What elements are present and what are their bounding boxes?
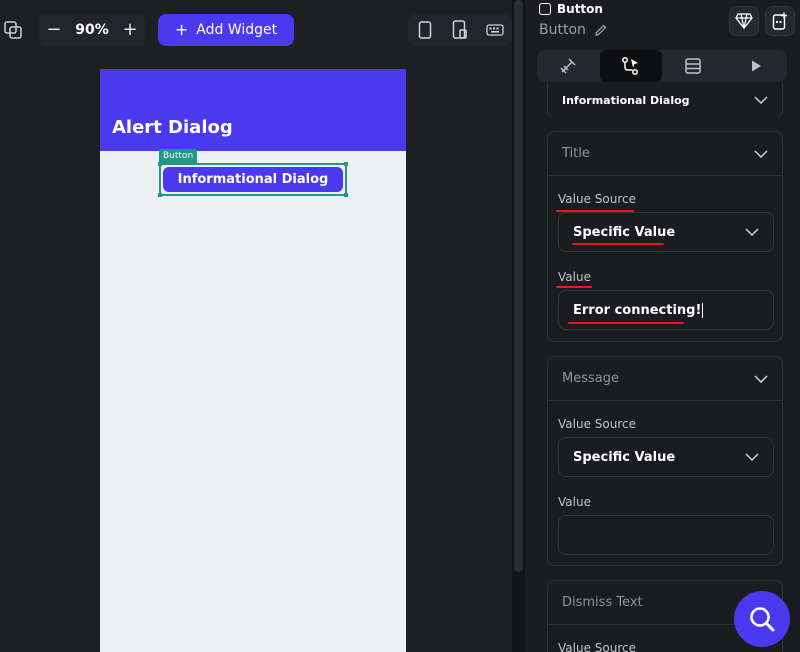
zoom-in-button[interactable]: + [120, 20, 140, 40]
canvas-area: − 90% + + Add Widget Alert Dialog Button [0, 0, 512, 652]
title-card: Title Value Source Specific Value Value … [547, 131, 783, 342]
tablet-icon[interactable] [444, 14, 476, 46]
dismiss-value-source-label: Value Source [558, 641, 636, 652]
tab-actions[interactable] [599, 50, 662, 82]
phone-preview[interactable]: Alert Dialog [100, 69, 406, 652]
add-widget-label: Add Widget [196, 22, 278, 38]
selection-tag: Button [159, 149, 198, 163]
properties-panel: Button Button Informational Dialog Title… [525, 0, 800, 652]
app-bar: Alert Dialog [100, 69, 406, 151]
tab-preview[interactable] [725, 50, 788, 82]
dialog-type-card: Informational Dialog [547, 82, 783, 118]
plus-icon: + [174, 20, 189, 39]
title-value-source-dropdown[interactable]: Specific Value [558, 212, 774, 252]
message-value-source-dropdown[interactable]: Specific Value [558, 437, 774, 477]
widget-header: Button [539, 2, 603, 16]
message-value-input[interactable] [558, 515, 774, 555]
device-selector [408, 14, 512, 46]
phone-icon[interactable] [409, 14, 441, 46]
chevron-down-icon [754, 149, 768, 158]
resize-handle[interactable] [344, 162, 348, 166]
app-root: − 90% + + Add Widget Alert Dialog Button [0, 0, 800, 652]
message-card: Message Value Source Specific Value Valu… [547, 356, 783, 566]
message-value-label: Value [558, 495, 591, 509]
zoom-level: 90% [75, 22, 109, 38]
widget-name-label: Button [539, 22, 586, 38]
panel-tabs [537, 50, 787, 82]
layers-icon-graphic [4, 21, 22, 39]
keyboard-icon[interactable] [479, 14, 511, 46]
title-section-label: Title [562, 146, 590, 161]
layers-icon[interactable] [0, 14, 26, 46]
search-icon [750, 607, 775, 632]
text-cursor [702, 302, 704, 318]
annotation-underline [572, 243, 664, 245]
tab-backend[interactable] [662, 50, 725, 82]
title-value-source-value: Specific Value [573, 224, 676, 240]
title-value-text: Error connecting! [573, 302, 702, 318]
dialog-type-dropdown[interactable]: Informational Dialog [548, 82, 782, 118]
title-value-source-label: Value Source [558, 192, 636, 206]
paint-icon [560, 58, 576, 74]
message-section-label: Message [562, 371, 619, 386]
chevron-down-icon [754, 374, 768, 383]
button-widget-icon [539, 3, 551, 15]
widget-name[interactable]: Button [539, 22, 608, 38]
title-value-input[interactable]: Error connecting! [558, 290, 774, 330]
title-section-header[interactable]: Title [548, 132, 782, 176]
chevron-down-icon [745, 453, 759, 461]
title-value-label: Value [558, 270, 591, 284]
tab-properties[interactable] [537, 50, 600, 82]
message-value-source-value: Specific Value [573, 449, 676, 465]
dismiss-section-label: Dismiss Text [562, 595, 643, 610]
diamond-icon[interactable] [729, 6, 759, 36]
backend-icon [685, 58, 701, 74]
resize-handle[interactable] [158, 162, 162, 166]
search-fab-button[interactable] [734, 591, 790, 647]
canvas-scrollbar[interactable] [514, 0, 523, 572]
resize-handle[interactable] [344, 193, 348, 197]
annotation-underline [556, 286, 592, 288]
zoom-control: − 90% + [38, 14, 146, 46]
selected-widget-outline[interactable]: Informational Dialog [158, 162, 348, 197]
informational-dialog-button[interactable]: Informational Dialog [163, 167, 343, 192]
dialog-type-value: Informational Dialog [562, 93, 690, 107]
page-title: Alert Dialog [112, 117, 233, 138]
chevron-down-icon [754, 96, 768, 104]
annotation-underline [568, 322, 684, 324]
zoom-out-button[interactable]: − [44, 20, 64, 40]
add-widget-button[interactable]: + Add Widget [158, 14, 294, 46]
add-page-icon[interactable] [765, 6, 795, 36]
message-section-header[interactable]: Message [548, 357, 782, 401]
actions-icon [621, 57, 638, 75]
resize-handle[interactable] [158, 193, 162, 197]
play-icon [751, 60, 761, 72]
widget-type-label: Button [557, 2, 603, 16]
chevron-down-icon [745, 228, 759, 236]
pencil-icon[interactable] [594, 23, 608, 37]
message-value-source-label: Value Source [558, 417, 636, 431]
